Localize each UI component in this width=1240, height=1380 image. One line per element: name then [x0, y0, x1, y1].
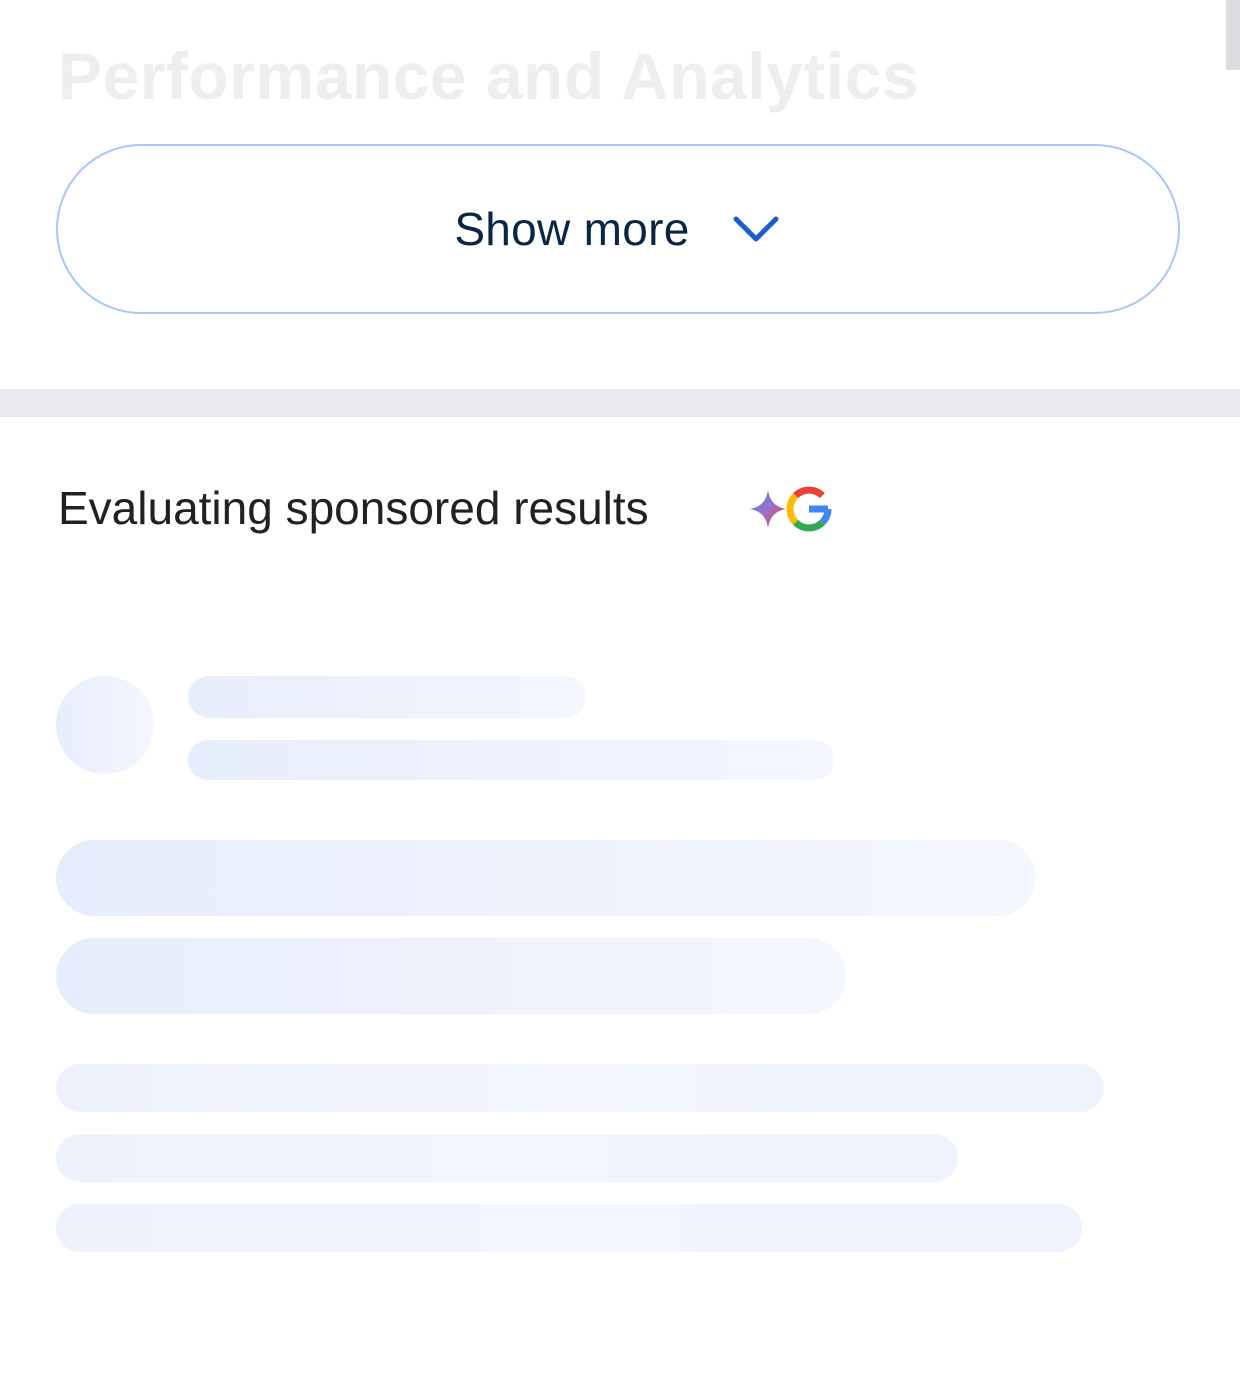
skeleton-avatar [56, 676, 154, 774]
show-more-label: Show more [454, 203, 690, 255]
show-more-button[interactable]: Show more [56, 144, 1180, 314]
skeleton-line [188, 740, 834, 780]
section-divider [0, 389, 1240, 417]
section-heading-performance-analytics: Performance and Analytics [58, 39, 920, 113]
skeleton-line [188, 676, 586, 718]
skeleton-line [56, 840, 1036, 916]
skeleton-line [56, 938, 846, 1014]
skeleton-line [56, 1064, 1104, 1112]
skeleton-line [56, 1204, 1082, 1252]
scrollbar-thumb[interactable] [1226, 0, 1240, 70]
chevron-down-icon [730, 203, 782, 255]
ai-section-title: Evaluating sponsored results [58, 482, 649, 534]
gemini-google-icon [746, 482, 836, 534]
skeleton-line [56, 1134, 958, 1182]
